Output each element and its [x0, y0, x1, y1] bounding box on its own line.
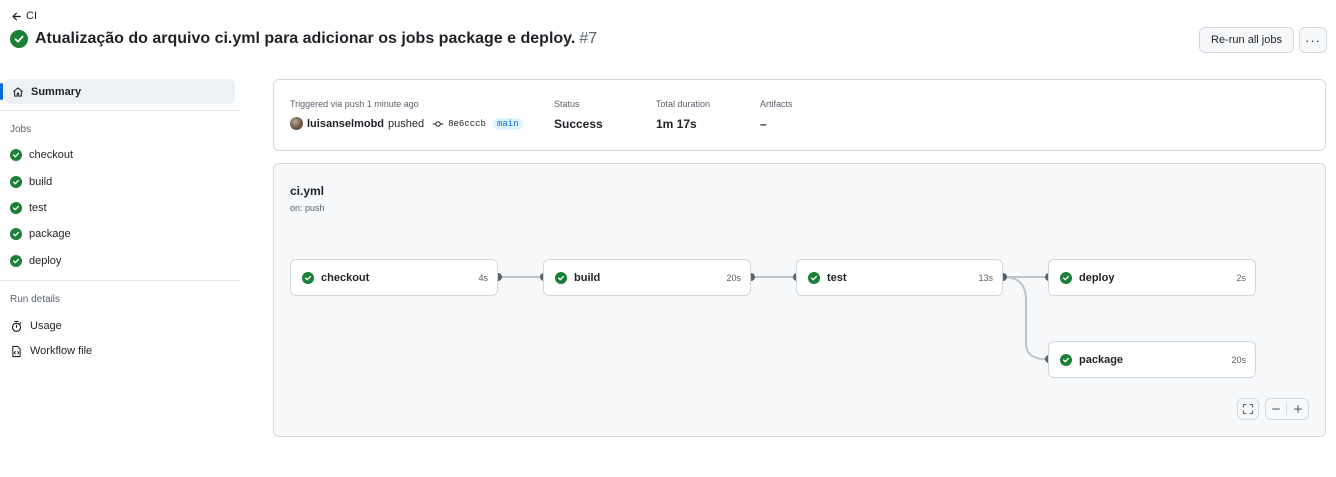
sidebar-item-label: Usage	[30, 320, 62, 332]
total-duration-label: Total duration	[656, 99, 711, 109]
job-node-checkout[interactable]: checkout 4s	[290, 259, 498, 296]
check-circle-fill-icon	[10, 176, 22, 188]
artifacts-label: Artifacts	[760, 99, 793, 109]
trigger-label: Triggered via push 1 minute ago	[290, 99, 419, 109]
plus-icon	[1293, 405, 1302, 413]
check-circle-fill-icon	[808, 271, 820, 284]
check-circle-fill-icon	[1060, 271, 1072, 284]
status-label: Status	[554, 99, 580, 109]
job-node-test[interactable]: test 13s	[796, 259, 1003, 296]
stopwatch-icon	[11, 320, 22, 332]
sidebar-job-label: test	[29, 202, 47, 214]
job-node-package[interactable]: package 20s	[1048, 341, 1256, 378]
job-duration: 20s	[1231, 354, 1246, 365]
sidebar-divider	[0, 280, 241, 281]
screen-full-icon	[1242, 403, 1254, 415]
sidebar-job-package[interactable]: package	[10, 226, 71, 242]
status-value: Success	[554, 117, 603, 131]
file-code-icon	[12, 345, 21, 357]
back-link-label: CI	[26, 10, 37, 22]
check-circle-fill-icon	[1060, 353, 1072, 366]
branch-label[interactable]: main	[492, 117, 523, 130]
sidebar-job-label: checkout	[29, 149, 74, 161]
page-title-text: Atualização do arquivo ci.yml para adici…	[35, 30, 576, 47]
check-circle-fill-icon	[10, 149, 22, 161]
run-summary-card: Triggered via push 1 minute ago luisanse…	[273, 79, 1326, 151]
run-details-heading: Run details	[10, 294, 61, 305]
dash-icon	[1272, 408, 1280, 410]
check-circle-fill-icon	[302, 271, 314, 284]
check-circle-fill-icon	[10, 202, 22, 214]
job-name: deploy	[1079, 271, 1115, 284]
job-name: package	[1079, 353, 1124, 366]
check-circle-fill-icon	[10, 30, 28, 48]
check-circle-fill-icon	[10, 228, 22, 240]
sidebar-item-label: Summary	[31, 85, 82, 98]
job-dependency-edges	[494, 273, 1053, 363]
git-commit-icon	[432, 120, 444, 127]
job-duration: 2s	[1236, 272, 1246, 283]
avatar[interactable]	[290, 117, 303, 130]
total-duration-value: 1m 17s	[656, 117, 697, 131]
run-number: #7	[579, 30, 598, 47]
sidebar-item-workflow-file[interactable]: Workflow file	[10, 343, 92, 359]
job-node-deploy[interactable]: deploy 2s	[1048, 259, 1256, 296]
back-to-workflow-link[interactable]: CI	[5, 7, 43, 25]
job-node-build[interactable]: build 20s	[543, 259, 751, 296]
zoom-controls	[1265, 398, 1309, 420]
check-circle-fill-icon	[10, 255, 22, 267]
artifacts-value: –	[760, 117, 767, 131]
check-circle-fill-icon	[555, 271, 567, 284]
zoom-in-button[interactable]	[1287, 403, 1308, 415]
sidebar-job-label: build	[29, 176, 53, 188]
sidebar-item-label: Workflow file	[30, 345, 93, 357]
sidebar-item-usage[interactable]: Usage	[10, 318, 62, 334]
job-duration: 20s	[726, 272, 741, 283]
job-duration: 4s	[478, 272, 488, 283]
job-name: build	[574, 271, 601, 284]
sidebar-job-label: package	[29, 228, 71, 240]
commit-sha-link[interactable]: 8e6cccb	[448, 119, 486, 129]
job-name: checkout	[321, 271, 370, 284]
sidebar-job-checkout[interactable]: checkout	[10, 147, 73, 163]
actor-link[interactable]: luisanselmobd	[307, 118, 384, 130]
run-title-row: Atualização do arquivo ci.yml para adici…	[10, 30, 597, 48]
page-title: Atualização do arquivo ci.yml para adici…	[35, 30, 597, 48]
jobs-heading: Jobs	[10, 124, 32, 135]
sidebar-divider	[0, 110, 241, 111]
sidebar-job-test[interactable]: test	[10, 200, 47, 216]
sidebar-job-build[interactable]: build	[10, 174, 52, 190]
trigger-action: pushed	[388, 117, 425, 130]
home-icon	[13, 86, 23, 97]
job-duration: 13s	[978, 272, 993, 283]
arrow-left-icon	[12, 12, 21, 20]
rerun-all-jobs-button[interactable]: Re-run all jobs	[1199, 27, 1294, 53]
sidebar-job-label: deploy	[29, 255, 62, 267]
workflow-graph: ci.yml on: push checkout 4s build 20s te…	[273, 163, 1326, 437]
fullscreen-button[interactable]	[1237, 398, 1259, 420]
zoom-out-button[interactable]	[1266, 403, 1287, 415]
sidebar-job-deploy[interactable]: deploy	[10, 253, 61, 269]
sidebar-item-summary[interactable]: Summary	[0, 79, 235, 104]
more-options-button[interactable]: ···	[1299, 27, 1327, 53]
job-name: test	[827, 271, 847, 284]
trigger-details: luisanselmobd pushed 8e6cccb main	[290, 117, 523, 130]
